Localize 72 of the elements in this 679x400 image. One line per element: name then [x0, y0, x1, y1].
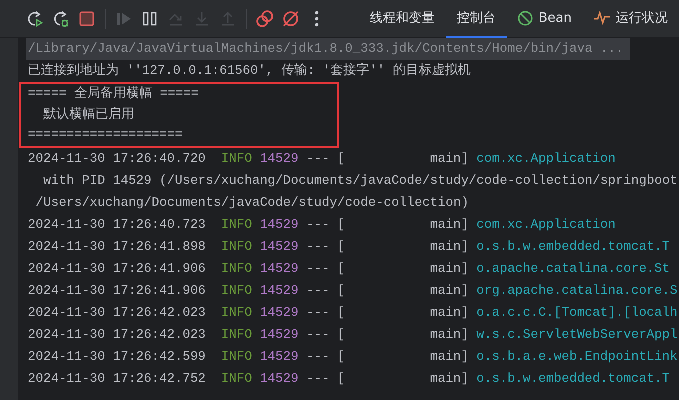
log-timestamp: 2024-11-30 17:26:40.720 [28, 150, 207, 168]
log-logger: org.apache.catalina.core.S [476, 282, 678, 300]
log-timestamp: 2024-11-30 17:26:40.723 [28, 216, 207, 234]
log-timestamp: 2024-11-30 17:26:42.023 [28, 326, 207, 344]
log-pid: 14529 [260, 326, 300, 344]
log-timestamp: 2024-11-30 17:26:41.906 [28, 282, 207, 300]
log-separator: --- [306, 348, 331, 366]
log-timestamp: 2024-11-30 17:26:42.752 [28, 370, 207, 388]
log-thread: main] [430, 260, 470, 278]
log-pid: 14529 [260, 304, 300, 322]
log-pid: 14529 [260, 260, 300, 278]
thread-bracket: [ [337, 282, 346, 300]
tab[interactable]: 线程和变量 [358, 0, 446, 38]
thread-bracket: [ [337, 260, 346, 278]
log-pid: 14529 [260, 150, 300, 168]
log-timestamp: 2024-11-30 17:26:42.023 [28, 304, 207, 322]
log-pid: 14529 [260, 238, 300, 256]
log-level: INFO [221, 150, 254, 168]
log-thread: main] [430, 348, 470, 366]
log-separator: --- [306, 370, 331, 388]
thread-bracket: [ [337, 370, 346, 388]
banner-line: ==================== [28, 126, 183, 144]
thread-bracket: [ [337, 216, 346, 234]
thread-bracket: [ [337, 304, 346, 322]
log-logger: w.s.c.ServletWebServerAppl [476, 326, 678, 344]
log-separator: --- [306, 282, 331, 300]
console-line: 已连接到地址为 ''127.0.0.1:61560', 传输: '套接字'' 的目标虚拟机 [28, 62, 471, 80]
log-separator: --- [306, 216, 331, 234]
log-level: INFO [221, 348, 254, 366]
banner-line: ===== 全局备用横幅 ===== [28, 85, 199, 103]
log-thread: main] [430, 150, 470, 168]
log-thread: main] [430, 326, 470, 344]
log-logger: o.a.c.c.C.[Tomcat].[localh [476, 304, 678, 322]
tab[interactable]: Bean [506, 0, 583, 38]
log-thread: main] [430, 282, 470, 300]
log-separator: --- [306, 326, 331, 344]
log-timestamp: 2024-11-30 17:26:41.906 [28, 260, 207, 278]
thread-bracket: [ [337, 348, 346, 366]
log-logger: o.s.b.w.embedded.tomcat.T [476, 370, 670, 388]
log-logger: o.s.b.w.embedded.tomcat.T [476, 238, 670, 256]
log-separator: --- [306, 260, 331, 278]
log-thread: main] [430, 238, 470, 256]
log-pid: 14529 [260, 282, 300, 300]
log-level: INFO [221, 260, 254, 278]
log-thread: main] [430, 370, 470, 388]
thread-bracket: [ [337, 238, 346, 256]
log-logger: o.s.b.a.e.web.EndpointLink [476, 348, 678, 366]
console-line: with PID 14529 (/Users/xuchang/Documents/javaCode/study/code-collection/springboot [42, 172, 678, 190]
log-logger: com.xc.Application [476, 150, 616, 168]
log-timestamp: 2024-11-30 17:26:42.599 [28, 348, 207, 366]
log-timestamp: 2024-11-30 17:26:41.898 [28, 238, 207, 256]
thread-bracket: [ [337, 326, 346, 344]
log-logger: com.xc.Application [476, 216, 616, 234]
log-separator: --- [306, 304, 331, 322]
log-level: INFO [221, 238, 254, 256]
console-line: /Users/xuchang/Documents/javaCode/study/code-collection) [34, 194, 469, 212]
log-logger: o.apache.catalina.core.St [476, 260, 670, 278]
log-thread: main] [430, 304, 470, 322]
tab[interactable]: 运行状况 [583, 0, 679, 38]
log-pid: 14529 [260, 216, 300, 234]
log-pid: 14529 [260, 348, 300, 366]
log-level: INFO [221, 304, 254, 322]
log-level: INFO [221, 282, 254, 300]
log-pid: 14529 [260, 370, 300, 388]
log-level: INFO [221, 216, 254, 234]
log-thread: main] [430, 216, 470, 234]
thread-bracket: [ [337, 150, 346, 168]
log-level: INFO [221, 370, 254, 388]
log-level: INFO [221, 326, 254, 344]
log-separator: --- [306, 150, 331, 168]
log-separator: --- [306, 238, 331, 256]
banner-line: 默认横幅已启用 [42, 106, 134, 124]
